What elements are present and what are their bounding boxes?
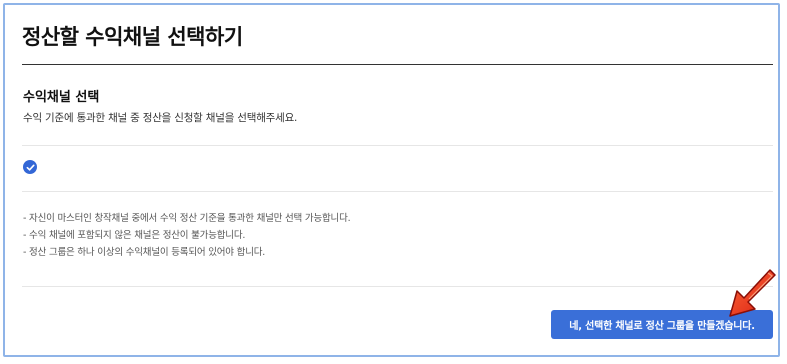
- page-title: 정산할 수익채널 선택하기: [22, 25, 243, 49]
- divider: [22, 286, 773, 287]
- title-divider: [22, 64, 773, 65]
- divider: [22, 145, 773, 146]
- check-circle-icon[interactable]: [23, 160, 37, 174]
- note-item: - 정산 그룹은 하나 이상의 수익채널이 등록되어 있어야 합니다.: [23, 247, 266, 258]
- section-title: 수익채널 선택: [23, 90, 100, 105]
- section-description: 수익 기준에 통과한 채널 중 정산을 신청할 채널을 선택해주세요.: [23, 112, 298, 124]
- note-item: - 자신이 마스터인 창작채널 중에서 수익 정산 기준을 통과한 채널만 선택…: [23, 213, 351, 224]
- divider: [22, 191, 773, 192]
- create-settlement-group-button[interactable]: 네, 선택한 채널로 정산 그룹을 만들겠습니다.: [551, 310, 773, 339]
- note-item: - 수익 채널에 포함되지 않은 채널은 정산이 불가능합니다.: [23, 230, 246, 241]
- notes-list: - 자신이 마스터인 창작채널 중에서 수익 정산 기준을 통과한 채널만 선택…: [23, 210, 351, 261]
- dialog-frame: 정산할 수익채널 선택하기 수익채널 선택 수익 기준에 통과한 채널 중 정산…: [3, 3, 780, 357]
